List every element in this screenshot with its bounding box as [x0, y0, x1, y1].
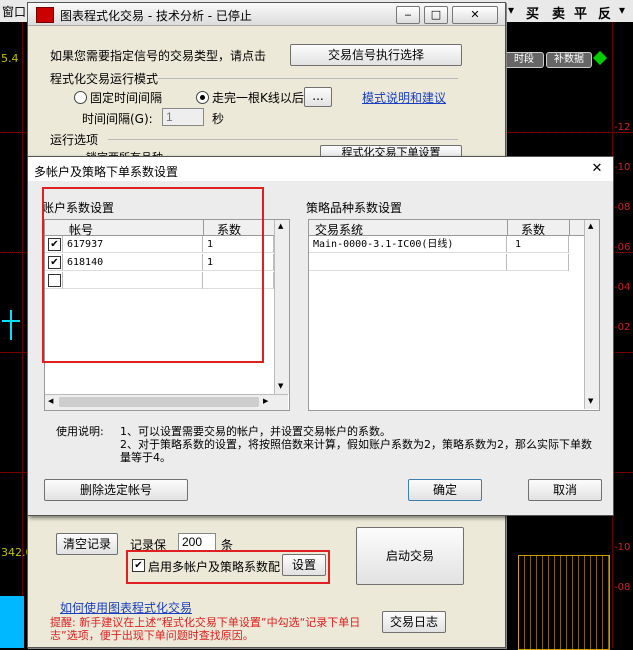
app-logo-icon: [36, 7, 54, 23]
reverse-button[interactable]: 反: [598, 3, 611, 22]
title-bar: 图表程式化交易 - 技术分析 - 已停止 ‒ □ ✕: [28, 3, 505, 26]
multi-account-settings-button[interactable]: 设置: [282, 554, 326, 576]
axis-tick: -08: [614, 582, 631, 593]
radio-after-kline[interactable]: [196, 91, 209, 104]
dialog-title: 多帐户及策略下单系数设置: [34, 165, 179, 179]
chart-marker: [10, 310, 12, 340]
usage-title: 使用说明:: [56, 425, 104, 438]
kline-options-button[interactable]: ...: [304, 87, 332, 107]
dropdown-arrow-icon[interactable]: ▾: [508, 3, 514, 17]
ok-button[interactable]: 确定: [408, 479, 482, 501]
close-icon[interactable]: ✕: [452, 6, 498, 24]
usage-line-1: 1、可以设置需要交易的帐户，并设置交易帐户的系数。: [120, 425, 391, 438]
radio-fixed-interval[interactable]: [74, 91, 87, 104]
time-period-tag[interactable]: 时段: [504, 52, 544, 68]
strategy-coef[interactable]: 1: [507, 236, 569, 253]
volume-bars: [518, 555, 610, 650]
dialog-body: 账户系数设置 帐号 系数 ✔ 617937 1 ✔ 618140 1 ▲ ▼ ◀…: [28, 181, 613, 515]
cancel-button[interactable]: 取消: [528, 479, 602, 501]
axis-tick: -12: [614, 122, 631, 133]
radio-after-kline-label: 走完一根K线以后: [212, 91, 304, 105]
axis-tick: -10: [614, 162, 631, 173]
radio-fixed-label: 固定时间间隔: [90, 91, 163, 105]
multi-account-checkbox[interactable]: ✔: [132, 559, 145, 572]
sell-button[interactable]: 卖: [552, 3, 565, 22]
close-position-button[interactable]: 平: [574, 3, 587, 22]
scroll-up-icon[interactable]: ▲: [278, 222, 283, 230]
highlight-box: [42, 187, 264, 363]
axis-tick: -08: [614, 202, 631, 213]
account-hscrollbar[interactable]: ◀ ▶: [45, 394, 288, 410]
strategy-grid-header: 交易系统 系数: [309, 220, 584, 237]
interval-label: 时间间隔(G):: [82, 112, 153, 126]
price-label: 5.4: [1, 52, 19, 65]
start-trading-button[interactable]: 启动交易: [356, 527, 464, 585]
delete-account-button[interactable]: 删除选定帐号: [44, 479, 188, 501]
mode-group-label: 程式化交易运行模式: [50, 72, 159, 86]
scroll-down-icon[interactable]: ▼: [588, 397, 593, 405]
scroll-thumb[interactable]: [59, 397, 259, 407]
clear-log-button[interactable]: 清空记录: [56, 533, 118, 555]
volume-bar: [0, 596, 24, 648]
keep-records-input[interactable]: [178, 533, 216, 551]
scroll-left-icon[interactable]: ◀: [48, 397, 53, 405]
buy-button[interactable]: 买: [526, 3, 539, 22]
multi-account-label: 启用多帐户及策略系数配: [148, 560, 281, 574]
axis-tick: -06: [614, 242, 631, 253]
mode-help-link[interactable]: 模式说明和建议: [362, 89, 446, 106]
window-title: 图表程式化交易 - 技术分析 - 已停止: [60, 9, 252, 23]
fill-data-tag[interactable]: 补数据: [546, 52, 592, 68]
dialog-close-icon[interactable]: ✕: [585, 159, 609, 179]
divider: [158, 78, 458, 79]
maximize-icon[interactable]: □: [424, 6, 448, 24]
minimize-icon[interactable]: ‒: [396, 6, 420, 24]
scroll-down-icon[interactable]: ▼: [278, 382, 283, 390]
interval-unit: 秒: [212, 112, 225, 126]
axis-tick: -10: [614, 542, 631, 553]
strategy-name: Main-0000-3.1-IC00(日线): [309, 236, 507, 253]
axis-tick: -04: [614, 282, 631, 293]
scroll-right-icon[interactable]: ▶: [263, 397, 268, 405]
howto-link[interactable]: 如何使用图表程式化交易: [60, 599, 192, 616]
scroll-up-icon[interactable]: ▲: [588, 222, 593, 230]
chevron-down-icon[interactable]: ▾: [619, 3, 625, 17]
table-row: [309, 254, 584, 272]
dialog-title-bar: 多帐户及策略下单系数设置 ✕: [28, 157, 613, 182]
strategy-grid: 交易系统 系数 Main-0000-3.1-IC00(日线) 1 ▲ ▼: [308, 219, 600, 411]
signal-select-button[interactable]: 交易信号执行选择: [290, 44, 462, 66]
strategy-vscrollbar[interactable]: ▲ ▼: [584, 220, 599, 409]
multi-account-dialog: 多帐户及策略下单系数设置 ✕ 账户系数设置 帐号 系数 ✔ 617937 1 ✔…: [27, 156, 614, 516]
account-vscrollbar[interactable]: ▲ ▼: [274, 220, 289, 394]
strategy-section-label: 策略品种系数设置: [306, 201, 403, 215]
usage-line-2: 2、对于策略系数的设置，将按照倍数来计算，假如账户系数为2，策略系数为2，那么实…: [120, 438, 592, 464]
options-group-label: 运行选项: [50, 133, 99, 147]
trade-log-button[interactable]: 交易日志: [382, 611, 446, 633]
reminder-text: 提醒: 新手建议在上述“程式化交易下单设置”中勾选“记录下单日志”选项，便于出现…: [50, 616, 361, 642]
axis-tick: -02: [614, 322, 631, 333]
divider: [108, 139, 458, 140]
signal-prompt: 如果您需要指定信号的交易类型，请点击: [50, 49, 267, 63]
table-row[interactable]: Main-0000-3.1-IC00(日线) 1: [309, 236, 584, 254]
interval-input[interactable]: [162, 108, 204, 126]
